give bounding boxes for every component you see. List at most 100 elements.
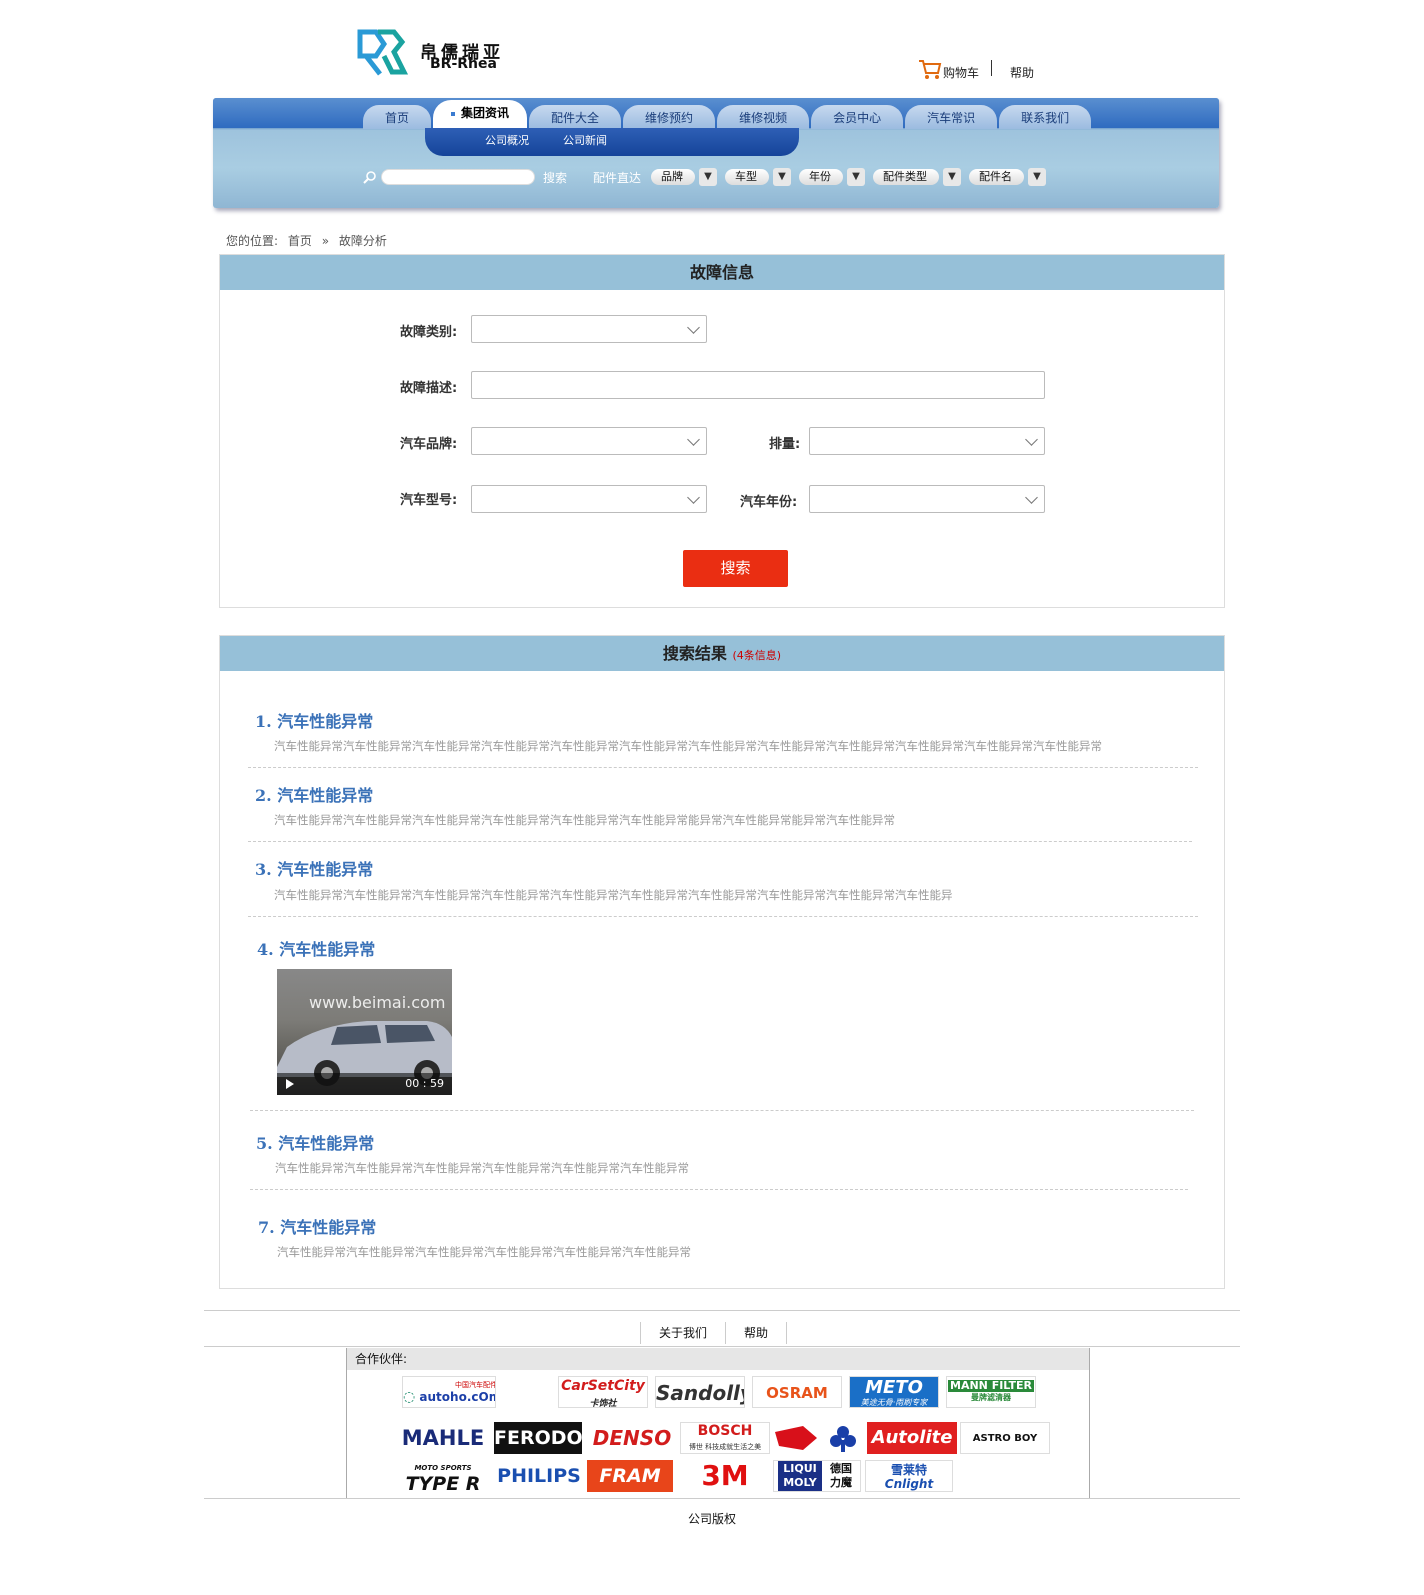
partner-logo-liqui-moly[interactable]: LIQUI MOLY 德国 力魔 — [773, 1460, 861, 1492]
result-item-5-title[interactable]: 5. 汽车性能异常 — [256, 1130, 374, 1154]
tab-car-knowledge[interactable]: 汽车常识 — [905, 105, 998, 129]
result-item-3-desc: 汽车性能异常汽车性能异常汽车性能异常汽车性能异常汽车性能异常汽车性能异常汽车性能… — [274, 888, 953, 902]
result-item-2-title[interactable]: 2. 汽车性能异常 — [255, 782, 373, 806]
partner-logo-autoho[interactable]: ◌ autoho.cOm 中国汽车配件网 — [402, 1376, 496, 1408]
breadcrumb-prefix: 您的位置: — [226, 234, 279, 248]
result-title-text[interactable]: 汽车性能异常 — [277, 786, 373, 805]
play-icon[interactable] — [286, 1079, 294, 1089]
sub-navigation: 公司概况 公司新闻 — [425, 128, 799, 156]
partner-logo-autolite[interactable]: Autolite — [867, 1422, 957, 1454]
main-navigation: 首页 集团资讯 配件大全 维修预约 维修视频 会员中心 汽车常识 联系我们 公司… — [213, 98, 1219, 208]
result-divider — [248, 767, 1198, 768]
breadcrumb-home[interactable]: 首页 — [288, 234, 312, 248]
results-header: 搜索结果 (4条信息) — [220, 636, 1224, 671]
subnav-company-news[interactable]: 公司新闻 — [563, 128, 607, 156]
footer-help-link[interactable]: 帮助 — [725, 1322, 788, 1344]
subnav-company-overview[interactable]: 公司概况 — [485, 128, 529, 156]
tab-repair-booking[interactable]: 维修预约 — [623, 105, 716, 129]
footer-about-link[interactable]: 关于我们 — [640, 1322, 725, 1344]
result-title-text[interactable]: 汽车性能异常 — [277, 860, 373, 879]
breadcrumb-separator: » — [321, 234, 330, 248]
partners-section: 合作伙伴: ◌ autoho.cOm 中国汽车配件网 CarSetCity 卡饰… — [346, 1348, 1090, 1498]
partner-logo-denso[interactable]: DENSO — [587, 1422, 677, 1454]
shopping-cart-icon[interactable] — [918, 58, 942, 80]
brand-dropdown[interactable]: 品牌 ▼ — [651, 168, 718, 186]
partner-logo-mahle[interactable]: MAHLE — [398, 1422, 488, 1454]
part-type-dropdown[interactable]: 配件类型 ▼ — [873, 168, 962, 186]
partners-label: 合作伙伴: — [347, 1348, 1089, 1370]
video-duration: 00 : 59 — [405, 1077, 444, 1090]
chevron-down-icon[interactable]: ▼ — [943, 168, 962, 186]
search-input[interactable] — [381, 169, 535, 185]
partner-logo-sandolly[interactable]: Sandolly — [655, 1376, 745, 1408]
chevron-down-icon[interactable]: ▼ — [699, 168, 718, 186]
tab-member-center[interactable]: 会员中心 — [811, 105, 904, 129]
model-dropdown[interactable]: 车型 ▼ — [725, 168, 792, 186]
car-model-select[interactable] — [471, 485, 707, 513]
fault-category-select[interactable] — [471, 315, 707, 343]
results-count: (4条信息) — [732, 649, 782, 662]
partner-logo-3m[interactable]: 3M — [680, 1460, 770, 1492]
partner-logo-type-r[interactable]: MOTO SPORTS TYPE R — [398, 1460, 488, 1492]
chevron-down-icon[interactable]: ▼ — [847, 168, 866, 186]
fault-info-title: 故障信息 — [220, 255, 1224, 290]
search-button[interactable]: 搜索 — [683, 550, 788, 587]
tab-group-news[interactable]: 集团资讯 — [433, 100, 528, 129]
tab-home[interactable]: 首页 — [363, 105, 432, 129]
video-thumbnail[interactable]: www.beimai.com 00 : 59 — [277, 969, 452, 1095]
partner-logo-bosch[interactable]: BOSCH 博世 科技成就生活之美 — [680, 1422, 770, 1454]
result-item-4-title[interactable]: 4. 汽车性能异常 — [257, 936, 375, 960]
car-year-select[interactable] — [809, 485, 1045, 513]
result-item-1-title[interactable]: 1. 汽车性能异常 — [255, 708, 373, 732]
displacement-select[interactable] — [809, 427, 1045, 455]
result-divider — [248, 916, 1198, 917]
help-link[interactable]: 帮助 — [1010, 64, 1034, 81]
partner-logo-ferodo[interactable]: FERODO — [494, 1422, 582, 1454]
chevron-down-icon[interactable]: ▼ — [773, 168, 792, 186]
result-title-text[interactable]: 汽车性能异常 — [280, 1218, 376, 1237]
search-results-panel: 搜索结果 (4条信息) 1. 汽车性能异常 汽车性能异常汽车性能异常汽车性能异常… — [219, 635, 1225, 1289]
search-button[interactable]: 搜索 — [543, 169, 567, 186]
result-item-3-title[interactable]: 3. 汽车性能异常 — [255, 856, 373, 880]
results-title: 搜索结果 — [662, 644, 727, 663]
part-type-dropdown-label: 配件类型 — [873, 169, 940, 185]
tab-contact[interactable]: 联系我们 — [999, 105, 1092, 129]
k-emblem-icon: ◌ — [403, 1389, 416, 1405]
fault-info-panel: 故障信息 故障类别: 故障描述: 汽车品牌: 排量: 汽车型号: 汽车年份: 搜… — [219, 254, 1225, 608]
result-item-7-desc: 汽车性能异常汽车性能异常汽车性能异常汽车性能异常汽车性能异常汽车性能异常 — [277, 1245, 691, 1259]
partner-logo-carsetcity[interactable]: CarSetCity 卡饰社 — [558, 1376, 648, 1408]
chevron-down-icon[interactable]: ▼ — [1028, 168, 1047, 186]
chevron-down-icon — [1025, 491, 1038, 504]
fault-description-input[interactable] — [471, 371, 1045, 399]
video-watermark: www.beimai.com — [309, 993, 446, 1012]
result-title-text[interactable]: 汽车性能异常 — [278, 1134, 374, 1153]
logo-english-name: BR-Rhea — [430, 56, 497, 72]
result-number: 3. — [255, 860, 272, 879]
partner-logo-osram[interactable]: OSRAM — [752, 1376, 842, 1408]
result-item-5-desc: 汽车性能异常汽车性能异常汽车性能异常汽车性能异常汽车性能异常汽车性能异常 — [275, 1161, 689, 1175]
partner-logo-red-club[interactable] — [773, 1422, 863, 1454]
tab-parts[interactable]: 配件大全 — [529, 105, 622, 129]
car-brand-select[interactable] — [471, 427, 707, 455]
partner-logo-meto[interactable]: METO 美途无骨·雨刷专家 — [849, 1376, 939, 1408]
chevron-down-icon — [687, 321, 700, 334]
result-number: 1. — [255, 712, 272, 731]
result-divider — [250, 1110, 1194, 1111]
partner-logo-philips[interactable]: PHILIPS — [494, 1460, 584, 1492]
year-dropdown[interactable]: 年份 ▼ — [799, 168, 866, 186]
partner-logo-fram[interactable]: FRAM — [587, 1460, 673, 1492]
partner-logo-mann-filter[interactable]: MANN FILTER 曼牌滤清器 — [946, 1376, 1036, 1408]
partner-logo-astro-boy[interactable]: ASTRO BOY — [960, 1422, 1050, 1454]
partner-logo-cnlight[interactable]: 雪莱特 Cnlight — [865, 1460, 953, 1492]
br-rhea-logo-icon[interactable] — [356, 26, 412, 78]
breadcrumb: 您的位置: 首页 » 故障分析 — [226, 232, 393, 249]
video-controls: 00 : 59 — [277, 1073, 452, 1095]
result-item-2-desc: 汽车性能异常汽车性能异常汽车性能异常汽车性能异常汽车性能异常汽车性能异常能异常汽… — [274, 813, 895, 827]
result-item-7-title[interactable]: 7. 汽车性能异常 — [258, 1214, 376, 1238]
tab-repair-video[interactable]: 维修视频 — [717, 105, 810, 129]
result-title-text[interactable]: 汽车性能异常 — [277, 712, 373, 731]
part-name-dropdown[interactable]: 配件名 ▼ — [969, 168, 1047, 186]
cart-link[interactable]: 购物车 — [943, 64, 979, 81]
result-title-text[interactable]: 汽车性能异常 — [279, 940, 375, 959]
result-divider — [248, 841, 1192, 842]
